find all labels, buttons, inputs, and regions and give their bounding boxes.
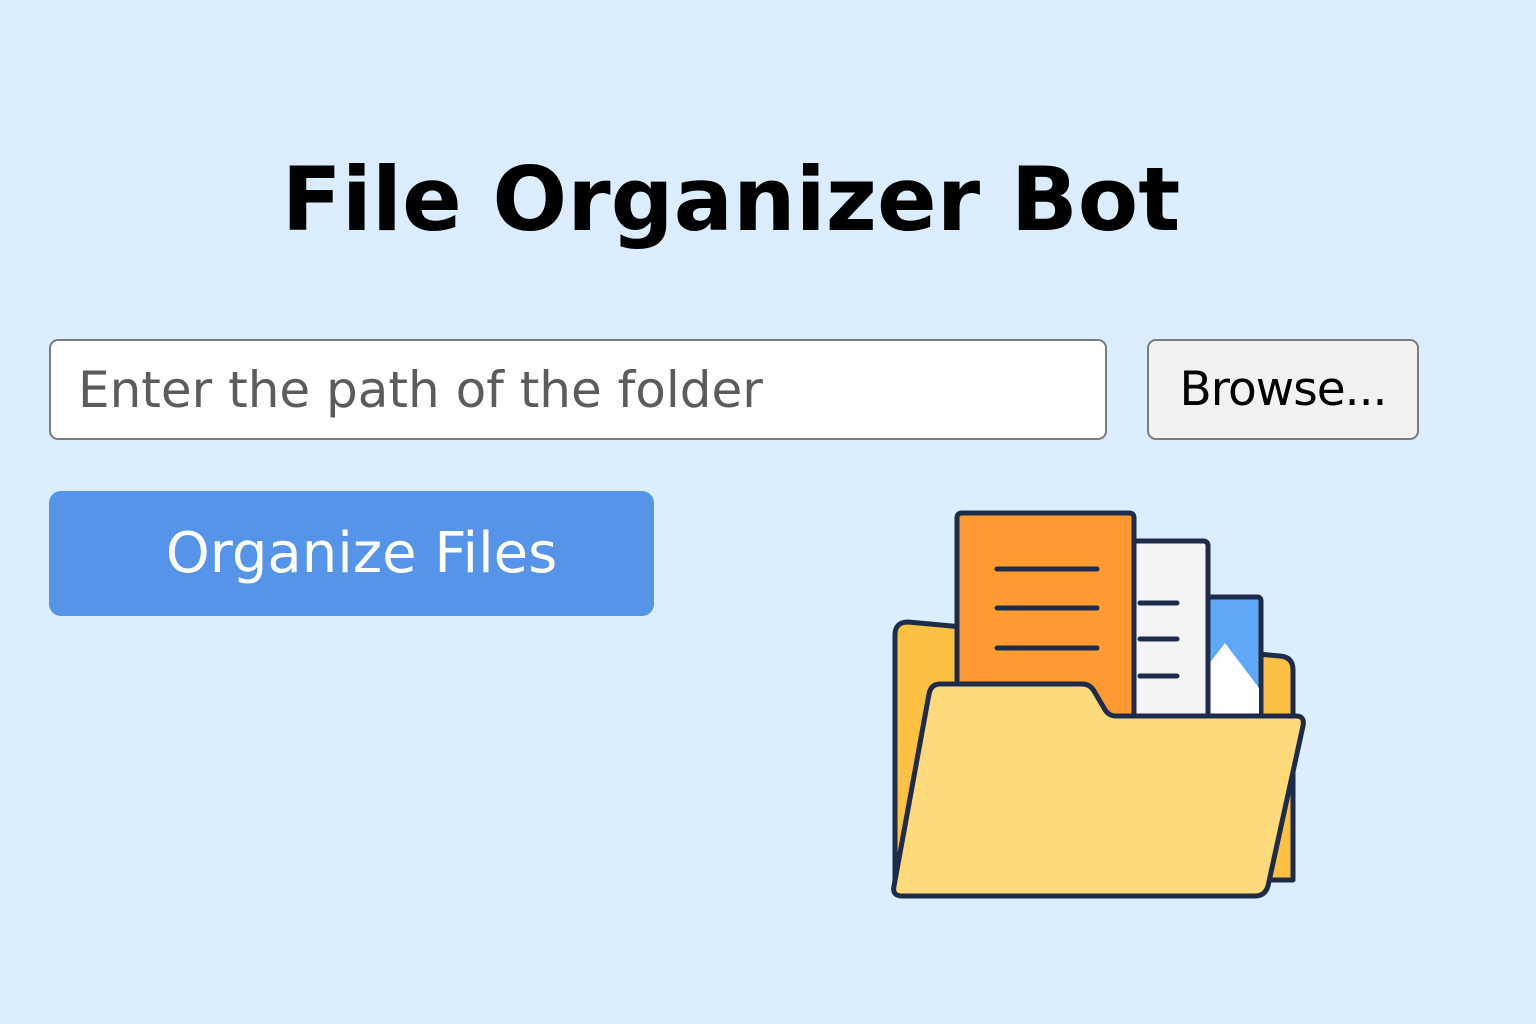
organize-files-button[interactable]: Organize Files <box>49 491 654 616</box>
folder-path-input[interactable] <box>49 339 1107 440</box>
open-folder-with-documents-icon <box>891 510 1306 899</box>
browse-button[interactable]: Browse... <box>1147 339 1419 440</box>
folder-front-panel <box>891 681 1306 899</box>
app-title: File Organizer Bot <box>281 148 1181 251</box>
